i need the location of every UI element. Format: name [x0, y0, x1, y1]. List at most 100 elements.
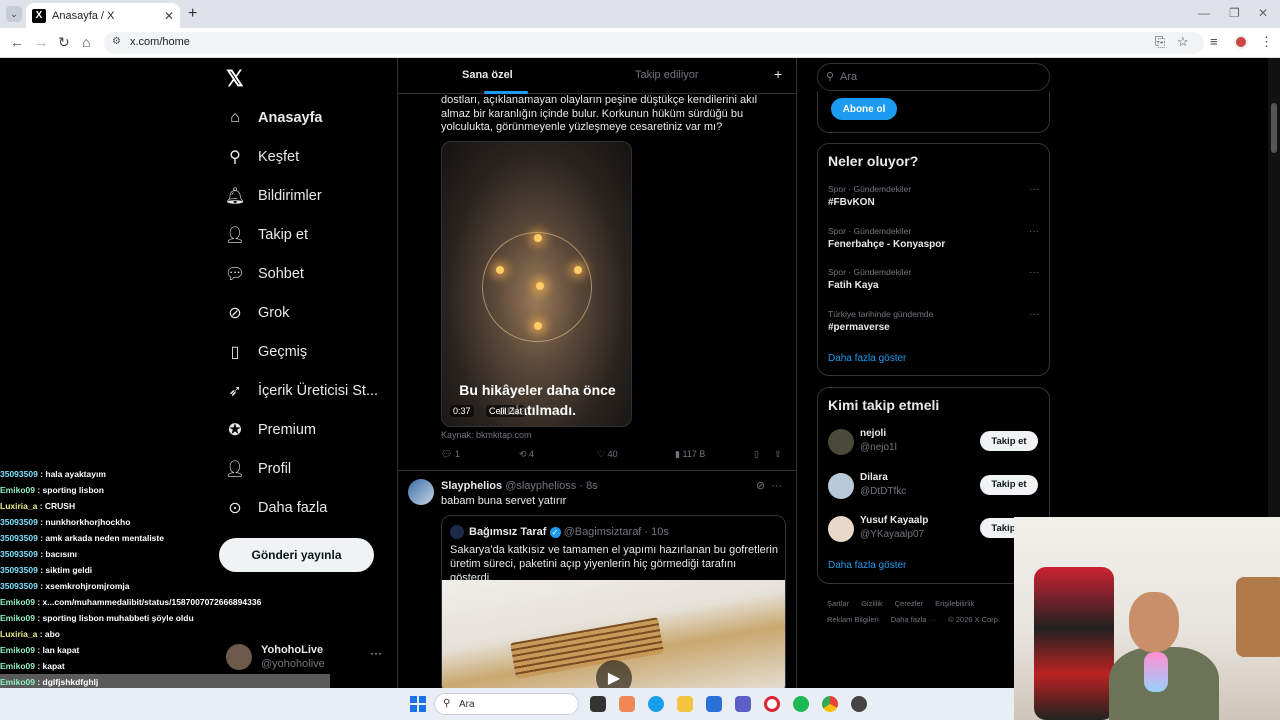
home-button-icon[interactable]: ⌂	[82, 34, 90, 50]
chat-username: Emiko09	[0, 597, 35, 607]
close-window-icon[interactable]: ✕	[1258, 6, 1268, 20]
like-count: 40	[607, 449, 618, 459]
chat-username: 35093509	[0, 549, 38, 559]
more-icon[interactable]: ···	[1029, 184, 1039, 195]
trend-item[interactable]: Spor · Gündemdekiler #FBvKON ···	[828, 184, 1043, 208]
file-explorer-icon[interactable]	[677, 696, 693, 712]
bookmark-icon[interactable]: ▯	[754, 449, 759, 460]
tab-search-icon[interactable]: ⌄	[6, 6, 22, 22]
tab-following[interactable]: Takip ediliyor	[635, 69, 699, 81]
show-more-link[interactable]: Daha fazla göster	[828, 353, 906, 364]
more-icon[interactable]: ···	[771, 480, 782, 492]
nav-item-label: Keşfet	[258, 148, 300, 165]
show-more-link[interactable]: Daha fazla göster	[828, 560, 906, 571]
gaming-chair	[1034, 567, 1114, 720]
taskbar-search[interactable]: ⚲ Ara	[434, 693, 579, 715]
footer-link[interactable]: Erişilebilirlik	[935, 599, 974, 608]
chat-message: 35093509 : bacısını	[0, 549, 78, 559]
back-icon[interactable]: ←	[10, 34, 24, 50]
media-control-icon[interactable]: ≡	[1210, 34, 1218, 49]
nav-item-add-person[interactable]: 👤︎ Takip et	[222, 215, 378, 254]
chrome-icon[interactable]	[822, 696, 838, 712]
new-tab-button[interactable]: +	[188, 5, 197, 23]
trend-item[interactable]: Spor · Gündemdekiler Fenerbahçe - Konyasp…	[828, 226, 1043, 250]
nav-item-rocket[interactable]: ➶ İçerik Üreticisi St...	[222, 371, 378, 410]
tweet-video[interactable]: Bu hikâyeler daha önce anlatılmadı. 0:37…	[441, 141, 632, 427]
verified-icon: ✓	[549, 526, 561, 538]
reload-icon[interactable]: ↻	[58, 34, 70, 51]
browser-menu-icon[interactable]: ⋮	[1260, 34, 1273, 50]
task-view-icon[interactable]	[590, 696, 606, 712]
footer-link[interactable]: Şartlar	[827, 599, 849, 608]
windows-start-icon[interactable]	[410, 696, 426, 712]
follow-button[interactable]: Takip et	[980, 431, 1038, 451]
avatar[interactable]	[408, 479, 434, 505]
quote-video[interactable]: ▶	[442, 580, 785, 688]
quoted-tweet[interactable]: Bağımsız Taraf ✓ @Bagimsiztaraf · 10s Sa…	[441, 515, 786, 688]
tab-close-icon[interactable]: ✕	[164, 9, 174, 23]
video-tag[interactable]: Celil Zat	[486, 405, 526, 417]
browser-tab[interactable]: X Anasayfa / X ✕	[26, 3, 180, 28]
reply-button[interactable]: 💬︎ 1	[441, 449, 460, 460]
nav-item-search[interactable]: ⚲ Keşfet	[222, 137, 378, 176]
spotify-icon[interactable]	[793, 696, 809, 712]
who-to-follow-item[interactable]: nejoli @nejo1l Takip et	[828, 427, 1048, 457]
restore-icon[interactable]: ❐	[1229, 6, 1240, 20]
trend-item[interactable]: Spor · Gündemdekiler Fatih Kaya ···	[828, 267, 1043, 291]
obs-icon[interactable]	[851, 696, 867, 712]
scrollbar-thumb[interactable]	[1271, 103, 1277, 153]
search-input[interactable]: ⚲ Ara	[817, 63, 1050, 91]
more-icon[interactable]: ···	[1029, 309, 1039, 320]
subscribe-button[interactable]: Abone ol	[831, 98, 897, 120]
grok-icon[interactable]: ⊘	[756, 480, 765, 492]
outlook-icon[interactable]	[706, 696, 722, 712]
more-icon[interactable]: ···	[1029, 267, 1039, 278]
footer-link[interactable]: © 2026 X Corp.	[948, 615, 1000, 624]
browser-profile-avatar[interactable]	[1234, 35, 1248, 49]
more-icon[interactable]: ···	[1029, 226, 1039, 237]
follow-button[interactable]: Takip et	[980, 474, 1038, 495]
tweet-menu[interactable]: ⊘ ···	[756, 479, 782, 492]
install-icon[interactable]: ⎘	[1155, 34, 1165, 50]
play-icon[interactable]: ▶	[596, 660, 632, 688]
user-name: Yusuf Kayaalp	[860, 515, 929, 526]
add-tab-icon[interactable]: +	[774, 66, 782, 82]
footer-link[interactable]: Çerezler	[895, 599, 923, 608]
nav-item-bookmark[interactable]: ▯ Geçmiş	[222, 332, 378, 371]
user-name: Dilara	[860, 471, 888, 483]
minimize-icon[interactable]: —	[1198, 6, 1210, 20]
like-button[interactable]: ♡ 40	[597, 449, 618, 460]
bookmark-star-icon[interactable]: ☆	[1177, 34, 1189, 50]
nav-item-grok[interactable]: ⊘ Grok	[222, 293, 378, 332]
candle	[536, 282, 544, 290]
chat-message: Emiko09 : sporting lisbon muhabbeti şöyl…	[0, 613, 194, 623]
who-to-follow-item[interactable]: Dilara @DtDTfkc Takip et	[828, 471, 1048, 501]
opera-icon[interactable]	[764, 696, 780, 712]
nav-item-home[interactable]: ⌂ Anasayfa	[222, 98, 378, 137]
site-info-icon[interactable]: ⚙	[112, 36, 121, 47]
chat-icon: 💬︎	[224, 265, 246, 283]
url-bar[interactable]: ⚙ x.com/home	[104, 32, 1204, 54]
views-button[interactable]: ▮ 117 B	[675, 449, 705, 460]
forward-icon[interactable]: →	[34, 34, 48, 50]
nav-item-chat[interactable]: 💬︎ Sohbet	[222, 254, 378, 293]
footer-link[interactable]: Daha fazla ···	[891, 615, 936, 624]
more-icon[interactable]: ···	[370, 646, 382, 660]
footer-link[interactable]: Reklam Bilgileri	[827, 615, 879, 624]
copilot-icon[interactable]	[619, 696, 635, 712]
x-logo-icon[interactable]: 𝕏	[226, 66, 244, 92]
nav-item-premium[interactable]: ✪ Premium	[222, 410, 378, 449]
trend-item[interactable]: Türkiye tarihinde gündemde #permaverse ···	[828, 309, 1043, 333]
bookmark-icon: ▯	[230, 343, 240, 361]
share-icon[interactable]: ⇪	[774, 449, 782, 460]
teams-icon[interactable]	[735, 696, 751, 712]
retweet-button[interactable]: ⟲ 4	[519, 449, 534, 460]
tab-for-you[interactable]: Sana özel	[462, 69, 513, 81]
footer-link[interactable]: Gizlilik	[861, 599, 883, 608]
quote-text: Sakarya'da katkısız ve tamamen el yapımı…	[450, 544, 778, 584]
tweet-author[interactable]: Slayphelios @slayphelioss · 8s	[441, 480, 598, 492]
edge-icon[interactable]	[648, 696, 664, 712]
chat-username: 35093509	[0, 469, 38, 479]
nav-item-bell[interactable]: 🔔︎ Bildirimler	[222, 176, 378, 215]
chat-message: Emiko09 : x...com/muhammedalibit/status/…	[0, 597, 262, 607]
